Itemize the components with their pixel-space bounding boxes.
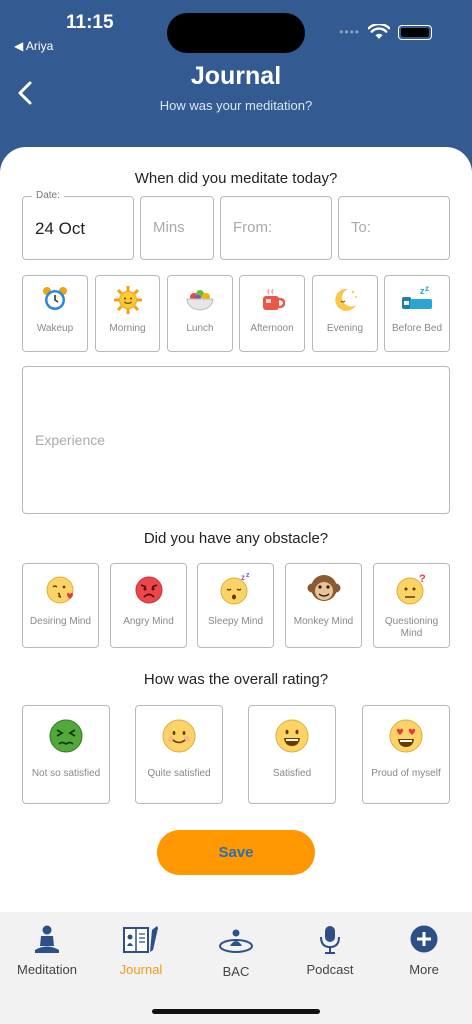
sun-icon [113, 286, 142, 314]
status-back-app[interactable]: ◀ Ariya [14, 39, 53, 53]
journal-icon [123, 926, 158, 953]
obstacle-label: Sleepy Mind [207, 616, 264, 627]
monkey-face-icon [307, 575, 340, 601]
page-title: Journal [190, 62, 282, 90]
tab-podcast[interactable]: Podcast [283, 912, 377, 982]
time-tile-before-bed[interactable]: z z Before Bed [384, 275, 450, 352]
tab-label: Podcast [306, 962, 354, 977]
mins-placeholder: Mins [153, 219, 185, 236]
battery-icon [398, 24, 432, 40]
tab-label: Journal [119, 962, 163, 977]
time-tile-label: Wakeup [36, 323, 74, 334]
obstacle-questioning-mind[interactable]: ? Questioning Mind [373, 563, 450, 648]
experience-placeholder: Experience [35, 432, 106, 448]
obstacle-sleepy-mind[interactable]: z z Sleepy Mind [197, 563, 274, 648]
tab-bac[interactable]: BAC [189, 912, 283, 982]
tab-label: More [409, 962, 439, 977]
heart-eyes-face-icon [389, 719, 423, 753]
obstacle-section-title: Did you have any obstacle? [143, 530, 329, 547]
time-tile-evening[interactable]: Evening [312, 275, 378, 352]
rating-quite-satisfied[interactable]: Quite satisfied [135, 705, 223, 804]
tab-journal[interactable]: Journal [94, 912, 188, 982]
salad-bowl-icon [186, 290, 214, 311]
rating-satisfied[interactable]: Satisfied [248, 705, 336, 804]
to-placeholder: To: [351, 219, 372, 236]
plus-circle-icon [410, 925, 438, 953]
obstacle-desiring-mind[interactable]: Desiring Mind [22, 563, 99, 648]
time-tile-lunch[interactable]: Lunch [167, 275, 233, 352]
to-time-input[interactable]: To: [338, 196, 450, 260]
status-time: 11:15 [66, 12, 114, 33]
date-legend: Date: [32, 190, 64, 201]
experience-textarea[interactable]: Experience [22, 366, 450, 514]
meditation-icon [35, 925, 59, 953]
sleepy-face-icon: z z [220, 572, 250, 605]
obstacle-label: Questioning Mind [384, 616, 439, 639]
from-time-input[interactable]: From: [220, 196, 332, 260]
tab-bar: Meditation Journal BAC Podcast More [0, 912, 472, 1024]
dynamic-island [167, 13, 305, 53]
date-field[interactable]: Date: 24 Oct [22, 190, 134, 260]
obstacle-monkey-mind[interactable]: Monkey Mind [285, 563, 362, 648]
bed-icon: z z [402, 285, 432, 309]
tab-meditation[interactable]: Meditation [0, 912, 94, 982]
tab-label: Meditation [17, 962, 77, 977]
angry-face-icon [135, 576, 162, 604]
svg-text:?: ? [419, 573, 426, 585]
rating-not-so-satisfied[interactable]: Not so satisfied [22, 705, 110, 804]
wifi-icon [368, 24, 390, 39]
obstacle-angry-mind[interactable]: Angry Mind [110, 563, 187, 648]
obstacle-label: Desiring Mind [29, 616, 92, 627]
time-tile-wakeup[interactable]: Wakeup [22, 275, 88, 352]
rating-label: Not so satisfied [31, 768, 101, 779]
rating-proud-of-myself[interactable]: Proud of myself [362, 705, 450, 804]
from-placeholder: From: [233, 219, 273, 236]
svg-text:z: z [246, 572, 250, 579]
svg-text:z: z [425, 285, 429, 293]
when-section-title: When did you meditate today? [134, 170, 338, 187]
time-tile-morning[interactable]: Morning [95, 275, 160, 352]
smile-face-icon [162, 719, 196, 753]
rating-section-title: How was the overall rating? [143, 671, 329, 688]
grin-face-icon [275, 719, 309, 753]
bac-icon [219, 929, 253, 953]
tab-label: BAC [222, 964, 250, 979]
time-tile-label: Morning [109, 323, 146, 334]
rating-label: Quite satisfied [147, 768, 211, 779]
alarm-clock-icon [43, 287, 67, 310]
tab-more[interactable]: More [377, 912, 471, 982]
svg-text:z: z [241, 573, 245, 582]
time-tile-label: Lunch [186, 323, 214, 334]
questioning-face-icon: ? [396, 573, 426, 605]
kiss-face-icon [46, 576, 73, 604]
tea-cup-icon [263, 288, 286, 310]
obstacle-label: Angry Mind [123, 616, 174, 627]
rating-label: Satisfied [272, 768, 312, 779]
signal-dots: •••• [339, 25, 360, 39]
date-value: 24 Oct [35, 219, 86, 238]
time-tile-label: Evening [326, 323, 364, 334]
obstacle-label: Monkey Mind [293, 616, 354, 627]
time-tile-afternoon[interactable]: Afternoon [239, 275, 305, 352]
microphone-icon [320, 926, 340, 954]
save-button[interactable]: Save [157, 830, 315, 875]
time-tile-label: Before Bed [391, 323, 443, 334]
sick-face-icon [49, 719, 83, 753]
page-subtitle: How was your meditation? [159, 98, 313, 113]
time-tile-label: Afternoon [250, 323, 294, 334]
home-indicator [152, 1009, 320, 1014]
rating-label: Proud of myself [371, 768, 441, 779]
mins-input[interactable]: Mins [140, 196, 214, 260]
status-icons: •••• [339, 24, 432, 40]
moon-icon [335, 288, 357, 311]
